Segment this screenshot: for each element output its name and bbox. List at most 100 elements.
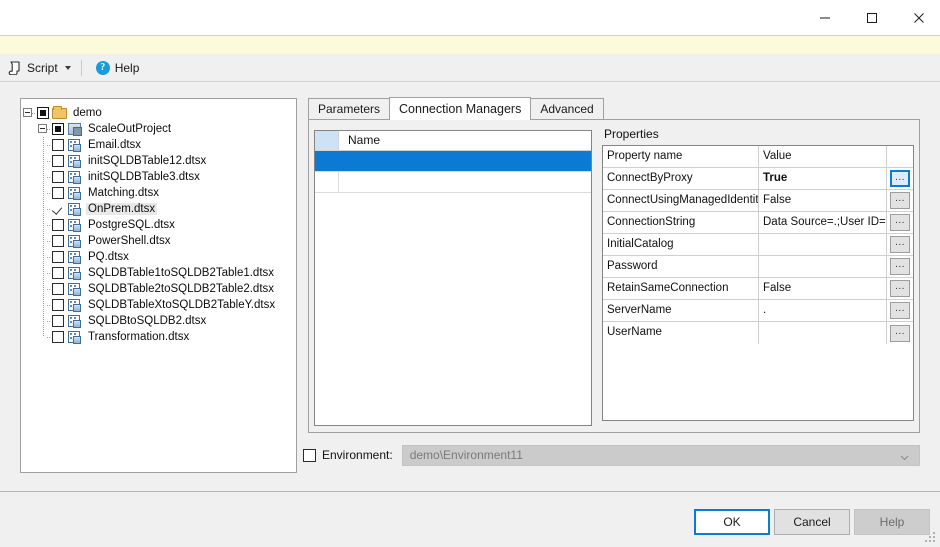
ellipsis-button[interactable]: ... bbox=[890, 214, 910, 231]
property-row[interactable]: ServerName.... bbox=[603, 300, 913, 322]
tree-expander[interactable] bbox=[21, 105, 36, 121]
property-row[interactable]: ConnectByProxy True... bbox=[603, 168, 913, 190]
property-row[interactable]: Password... bbox=[603, 256, 913, 278]
property-value[interactable] bbox=[759, 234, 887, 255]
ellipsis-button[interactable]: ... bbox=[890, 302, 910, 319]
tree-item[interactable]: OnPrem.dtsx bbox=[21, 201, 296, 217]
properties-title: Properties bbox=[604, 127, 659, 141]
cancel-button[interactable]: Cancel bbox=[774, 509, 850, 535]
tree-item[interactable]: PostgreSQL.dtsx bbox=[21, 217, 296, 233]
tree-item-checkbox[interactable] bbox=[51, 297, 66, 313]
ellipsis-button[interactable]: ... bbox=[890, 170, 910, 187]
tree-item-checkbox[interactable] bbox=[51, 233, 66, 249]
property-row[interactable]: ConnectionString Data Source=.;User ID=..… bbox=[603, 212, 913, 234]
property-action-cell: ... bbox=[887, 300, 913, 321]
ellipsis-button[interactable]: ... bbox=[890, 236, 910, 253]
chevron-down-icon[interactable] bbox=[64, 65, 71, 70]
checkbox-unchecked-icon bbox=[52, 171, 64, 183]
tree-item[interactable]: initSQLDBTable12.dtsx bbox=[21, 153, 296, 169]
tab-parameters[interactable]: Parameters bbox=[308, 98, 391, 120]
tree-item-checkbox[interactable] bbox=[51, 185, 66, 201]
resize-grip[interactable] bbox=[925, 532, 938, 545]
tree-item-checkbox[interactable] bbox=[51, 329, 66, 345]
property-row[interactable]: RetainSameConnection False... bbox=[603, 278, 913, 300]
property-row[interactable]: InitialCatalog... bbox=[603, 234, 913, 256]
dialog-footer: OK Cancel Help bbox=[0, 491, 940, 547]
tree-item-checkbox[interactable] bbox=[51, 281, 66, 297]
ellipsis-button[interactable]: ... bbox=[890, 324, 910, 342]
tree-item[interactable]: PowerShell.dtsx bbox=[21, 233, 296, 249]
property-value[interactable] bbox=[759, 322, 887, 344]
ellipsis-button[interactable]: ... bbox=[890, 258, 910, 275]
tree-item-checkbox[interactable] bbox=[51, 201, 66, 217]
checkbox-unchecked-icon bbox=[52, 235, 64, 247]
maximize-button[interactable] bbox=[849, 0, 895, 35]
tree-item[interactable]: demo bbox=[21, 105, 296, 121]
tab-advanced[interactable]: Advanced bbox=[530, 98, 604, 120]
ellipsis-button[interactable]: ... bbox=[890, 280, 910, 297]
tree-item[interactable]: SQLDBTable1toSQLDB2Table1.dtsx bbox=[21, 265, 296, 281]
package-icon bbox=[66, 233, 84, 249]
tree-item-checkbox[interactable] bbox=[51, 313, 66, 329]
properties-grid[interactable]: Property name Value ConnectByProxy True..… bbox=[602, 145, 914, 421]
property-value[interactable]: False bbox=[759, 190, 887, 211]
checkbox-unchecked-icon bbox=[52, 315, 64, 327]
property-row[interactable]: UserName... bbox=[603, 322, 913, 344]
tree-item-checkbox[interactable] bbox=[51, 249, 66, 265]
tree-item[interactable]: SQLDBTable2toSQLDB2Table2.dtsx bbox=[21, 281, 296, 297]
property-value[interactable] bbox=[759, 256, 887, 277]
tree-guide-line bbox=[43, 265, 44, 281]
connection-managers-list[interactable]: Name bbox=[314, 130, 592, 426]
grip-dot bbox=[933, 536, 935, 538]
column-header-name[interactable]: Name bbox=[339, 131, 591, 150]
tree-item-label: ScaleOutProject bbox=[88, 123, 172, 135]
tree-item-checkbox[interactable] bbox=[51, 153, 66, 169]
property-value[interactable]: . bbox=[759, 300, 887, 321]
package-tree[interactable]: demo ScaleOutProject Email.dtsx initSQLDBTa… bbox=[20, 98, 297, 473]
tree-indent bbox=[36, 153, 51, 169]
tree-item[interactable]: SQLDBTableXtoSQLDB2TableY.dtsx bbox=[21, 297, 296, 313]
connection-manager-row[interactable] bbox=[315, 172, 591, 193]
property-value[interactable]: False bbox=[759, 278, 887, 299]
close-button[interactable] bbox=[896, 0, 940, 35]
property-name: UserName bbox=[603, 322, 759, 344]
tree-item[interactable]: Matching.dtsx bbox=[21, 185, 296, 201]
checkbox-unchecked-icon bbox=[52, 299, 64, 311]
environment-checkbox[interactable] bbox=[303, 448, 316, 462]
environment-select[interactable]: demo\Environment11 bbox=[401, 444, 920, 466]
tree-item-checkbox[interactable] bbox=[36, 105, 51, 121]
tree-item[interactable]: ScaleOutProject bbox=[21, 121, 296, 137]
help-button-footer[interactable]: Help bbox=[854, 509, 930, 535]
tree-item-label: initSQLDBTable12.dtsx bbox=[88, 155, 207, 167]
dialog-body: demo ScaleOutProject Email.dtsx initSQLDBTa… bbox=[0, 82, 940, 491]
tree-item-checkbox[interactable] bbox=[51, 121, 66, 137]
tab-connection-managers[interactable]: Connection Managers bbox=[389, 97, 532, 120]
tree-item-checkbox[interactable] bbox=[51, 169, 66, 185]
tree-item[interactable]: initSQLDBTable3.dtsx bbox=[21, 169, 296, 185]
property-value[interactable]: Data Source=.;User ID=... bbox=[759, 212, 887, 233]
ellipsis-button[interactable]: ... bbox=[890, 192, 910, 209]
grip-dot bbox=[929, 536, 931, 538]
tree-item-checkbox[interactable] bbox=[51, 137, 66, 153]
tree-item[interactable]: PQ.dtsx bbox=[21, 249, 296, 265]
tree-indent bbox=[36, 297, 51, 313]
property-value[interactable]: True bbox=[759, 168, 887, 189]
tree-item[interactable]: SQLDBtoSQLDB2.dtsx bbox=[21, 313, 296, 329]
tree-expander[interactable] bbox=[36, 121, 51, 137]
tree-item-checkbox[interactable] bbox=[51, 265, 66, 281]
help-button[interactable]: ? Help bbox=[92, 57, 144, 79]
checkbox-unchecked-icon bbox=[52, 267, 64, 279]
tree-item[interactable]: Transformation.dtsx bbox=[21, 329, 296, 345]
minimize-button[interactable] bbox=[802, 0, 848, 35]
tree-item-checkbox[interactable] bbox=[51, 217, 66, 233]
checkbox-unchecked-icon bbox=[52, 187, 64, 199]
package-icon bbox=[66, 185, 84, 201]
tree-indent bbox=[36, 217, 51, 233]
tree-item[interactable]: Email.dtsx bbox=[21, 137, 296, 153]
connection-manager-row[interactable] bbox=[315, 151, 591, 172]
package-icon bbox=[66, 169, 84, 185]
property-row[interactable]: ConnectUsingManagedIdentity False... bbox=[603, 190, 913, 212]
ok-button[interactable]: OK bbox=[694, 509, 770, 535]
script-button[interactable]: Script bbox=[4, 57, 75, 79]
